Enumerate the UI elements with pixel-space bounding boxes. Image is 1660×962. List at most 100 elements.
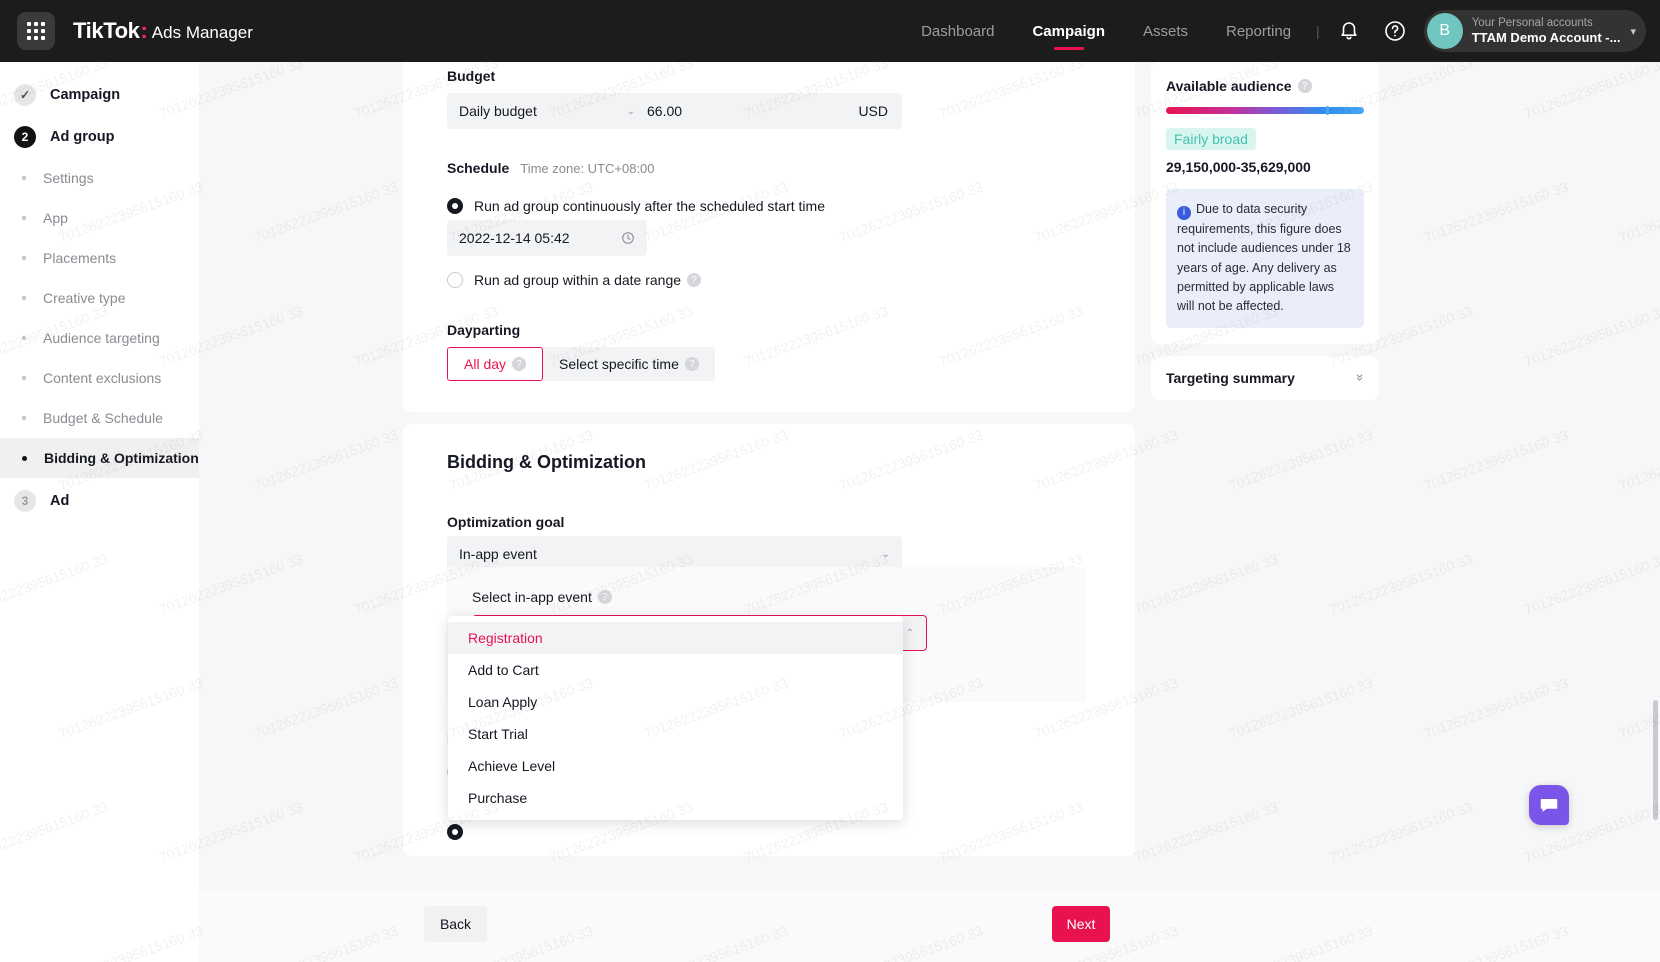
next-button[interactable]: Next [1052, 906, 1110, 942]
schedule-option-label: Run ad group within a date range [474, 272, 682, 288]
targeting-summary-card[interactable]: Targeting summary » [1151, 355, 1379, 400]
sidebar-item-app[interactable]: App [0, 198, 199, 238]
dayparting-specific-time-button[interactable]: Select specific time ? [543, 347, 715, 381]
page-scrollbar[interactable] [1653, 700, 1658, 820]
sidebar-item-settings[interactable]: Settings [0, 158, 199, 198]
back-button[interactable]: Back [424, 906, 487, 942]
tiktok-ads-manager-app: TikTok : Ads Manager Dashboard Campaign … [0, 0, 1660, 962]
help-icon[interactable]: ? [1297, 79, 1312, 93]
in-app-event-dropdown-list[interactable]: Registration Add to Cart Loan Apply Star… [448, 616, 903, 820]
help-icon[interactable]: ? [687, 273, 702, 287]
audience-breadth-bar [1166, 106, 1364, 115]
sidebar-item-label: Settings [43, 170, 94, 186]
help-icon[interactable]: ? [597, 590, 612, 604]
dayparting-all-day-label: All day [464, 356, 507, 372]
account-type-label: Your Personal accounts [1471, 16, 1593, 29]
sidebar-item-label: Audience targeting [43, 330, 160, 346]
sidebar-step-label: Ad group [50, 129, 115, 145]
budget-schedule-card: Budget Daily budget ⌄ 66.00 USD Schedule… [403, 62, 1135, 412]
brand-logo[interactable]: TikTok : Ads Manager [73, 18, 253, 44]
sidebar-step-label: Campaign [50, 87, 121, 103]
help-icon[interactable]: ? [512, 357, 527, 371]
clock-icon[interactable] [621, 231, 635, 245]
wizard-footer: Back Next [199, 890, 1660, 962]
bullet-icon [22, 176, 26, 180]
top-header: TikTok : Ads Manager Dashboard Campaign … [0, 0, 1660, 62]
sidebar-step-label: Ad [50, 493, 70, 509]
chevron-down-icon[interactable]: ▾ [1630, 25, 1636, 38]
targeting-summary-title: Targeting summary [1166, 369, 1295, 386]
schedule-option-date-range[interactable]: Run ad group within a date range ? [447, 272, 702, 288]
dropdown-option-purchase[interactable]: Purchase [448, 782, 903, 814]
brand-product: Ads Manager [151, 23, 253, 42]
sidebar-item-audience-targeting[interactable]: Audience targeting [0, 318, 199, 358]
budget-label: Budget [447, 68, 496, 84]
stepper-sidebar: ✓ Campaign 2 Ad group Settings App Place… [0, 62, 199, 962]
dayparting-all-day-button[interactable]: All day ? [447, 347, 544, 381]
info-icon: i [1177, 205, 1191, 220]
notification-bell-icon[interactable] [1337, 19, 1361, 43]
account-name-label: TTAM Demo Account -... [1471, 30, 1621, 46]
dropdown-option-achieve-level[interactable]: Achieve Level [448, 750, 903, 782]
sidebar-item-creative-type[interactable]: Creative type [0, 278, 199, 318]
sidebar-item-content-exclusions[interactable]: Content exclusions [0, 358, 199, 398]
sidebar-item-placements[interactable]: Placements [0, 238, 199, 278]
optimization-goal-value: In-app event [459, 546, 537, 562]
help-icon[interactable]: ? [684, 357, 699, 371]
dropdown-option-loan-apply[interactable]: Loan Apply [448, 686, 903, 718]
main-content: Budget Daily budget ⌄ 66.00 USD Schedule… [199, 62, 1660, 962]
chat-bubble-icon[interactable] [1529, 785, 1569, 825]
nav-item-dashboard[interactable]: Dashboard [902, 0, 1013, 62]
sidebar-item-budget-schedule[interactable]: Budget & Schedule [0, 398, 199, 438]
sidebar-item-bidding-optimization[interactable]: Bidding & Optimization [0, 438, 199, 478]
brand-colon: : [140, 18, 148, 43]
brand-name: TikTok [73, 18, 140, 43]
sidebar-step-campaign[interactable]: ✓ Campaign [0, 74, 199, 116]
right-summary-panel: Available audience ? Fairly broad 29,150… [1151, 62, 1379, 400]
radio-icon[interactable] [447, 272, 463, 288]
page-title: Bidding & Optimization [447, 452, 646, 472]
dropdown-option-registration[interactable]: Registration [448, 622, 903, 654]
audience-note-text: Due to data security requirements, this … [1177, 202, 1351, 314]
step-badge-2: 2 [14, 126, 36, 148]
help-circle-icon[interactable] [1383, 19, 1407, 43]
chevron-up-icon: ⌃ [905, 627, 914, 639]
nav-item-assets[interactable]: Assets [1124, 0, 1207, 62]
select-event-header: Select in-app event ? [472, 589, 612, 605]
account-switcher[interactable]: B Your Personal accounts TTAM Demo Accou… [1423, 10, 1646, 52]
bullet-icon [22, 296, 26, 300]
sidebar-step-ad-group[interactable]: 2 Ad group [0, 116, 199, 158]
bullet-icon [22, 256, 26, 260]
budget-amount-input[interactable]: 66.00 [647, 93, 858, 129]
schedule-option-label: Run ad group continuously after the sche… [474, 198, 825, 214]
chevron-double-down-icon: » [1352, 374, 1368, 382]
apps-grid-icon[interactable] [17, 12, 55, 50]
select-event-label: Select in-app event [472, 589, 592, 605]
nav-divider: | [1316, 23, 1320, 39]
bullet-icon [22, 376, 26, 380]
optimization-goal-label: Optimization goal [447, 514, 565, 530]
sidebar-step-ad[interactable]: 3 Ad [0, 480, 199, 522]
start-datetime-input[interactable]: 2022-12-14 05:42 [447, 220, 647, 256]
sidebar-item-label: Content exclusions [43, 370, 162, 386]
timezone-label: Time zone: UTC+08:00 [520, 161, 655, 176]
budget-row: Daily budget ⌄ 66.00 USD [447, 93, 902, 129]
step-badge-3: 3 [14, 490, 36, 512]
nav-item-reporting[interactable]: Reporting [1207, 0, 1310, 62]
sidebar-item-label: App [43, 210, 68, 226]
schedule-header: Schedule Time zone: UTC+08:00 [447, 160, 655, 176]
dayparting-segmented-control: All day ? Select specific time ? [447, 347, 715, 381]
bid-option-radio-2[interactable] [447, 824, 463, 840]
schedule-option-continuous[interactable]: Run ad group continuously after the sche… [447, 198, 825, 214]
dropdown-option-start-trial[interactable]: Start Trial [448, 718, 903, 750]
available-audience-card: Available audience ? Fairly broad 29,150… [1151, 62, 1379, 344]
bullet-icon [22, 336, 26, 340]
budget-type-select[interactable]: Daily budget ⌄ [447, 93, 647, 129]
avatar: B [1426, 13, 1463, 49]
dropdown-option-add-to-cart[interactable]: Add to Cart [448, 654, 903, 686]
dayparting-label: Dayparting [447, 322, 521, 338]
nav-item-campaign[interactable]: Campaign [1013, 0, 1124, 62]
schedule-label: Schedule [447, 160, 510, 176]
budget-amount-value: 66.00 [647, 103, 683, 119]
radio-icon[interactable] [447, 198, 463, 214]
